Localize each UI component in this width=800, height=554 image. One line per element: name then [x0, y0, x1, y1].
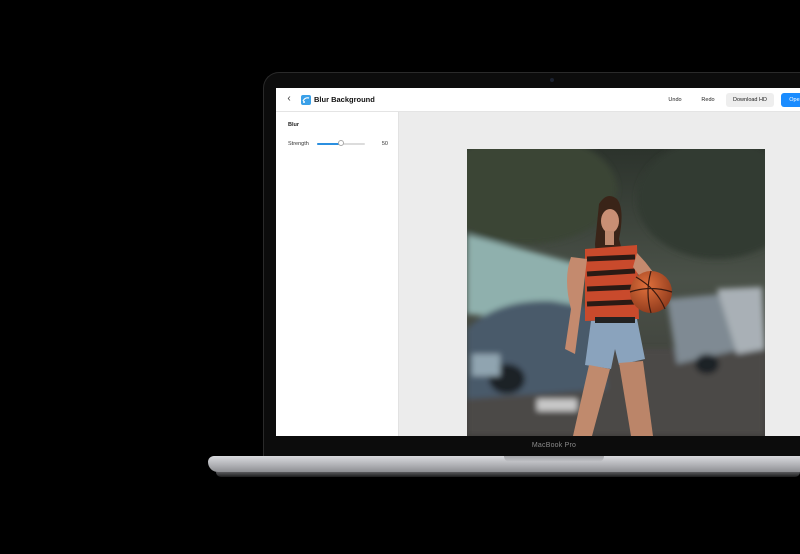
editor-canvas	[399, 112, 800, 436]
chevron-left-icon[interactable]: ‹	[284, 94, 294, 104]
strength-slider[interactable]	[317, 140, 365, 146]
undo-button[interactable]: Undo	[664, 93, 686, 107]
laptop-screen: ‹ Blur Background Undo Redo Download HD …	[276, 88, 800, 436]
app-title: Blur Background	[314, 95, 375, 104]
download-hd-button[interactable]: Download HD	[726, 93, 774, 107]
laptop-base-shadow	[216, 472, 800, 477]
redo-button[interactable]: Redo	[697, 93, 719, 107]
settings-sidebar: Blur Strength 50	[276, 112, 399, 436]
app-toolbar: ‹ Blur Background Undo Redo Download HD …	[276, 88, 800, 112]
strength-value: 50	[381, 141, 388, 147]
camera-icon	[550, 78, 554, 82]
strength-label: Strength	[288, 141, 309, 147]
laptop-base-notch	[504, 456, 604, 462]
blur-section-title: Blur	[288, 122, 299, 128]
open-button[interactable]: Open	[781, 93, 800, 107]
blur-icon	[301, 95, 311, 105]
device-label: MacBook Pro	[531, 442, 577, 449]
photo-woman-with-basketball[interactable]	[467, 149, 765, 436]
strength-slider-thumb[interactable]	[338, 140, 344, 146]
